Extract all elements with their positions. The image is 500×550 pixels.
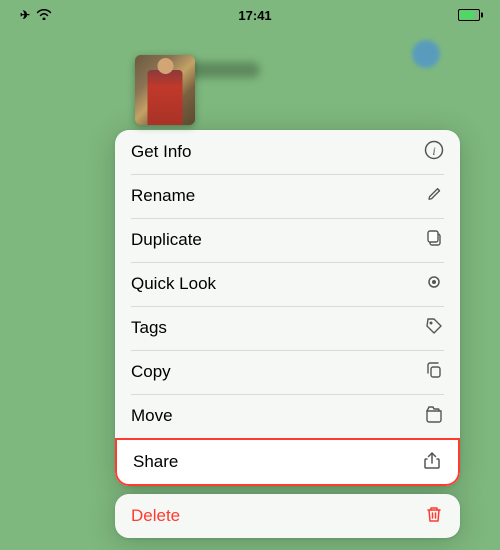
duplicate-icon — [424, 228, 444, 253]
photo-thumbnail — [135, 55, 195, 125]
menu-item-copy[interactable]: Copy — [115, 350, 460, 394]
airplane-icon: ✈ — [20, 8, 30, 22]
move-label: Move — [131, 406, 173, 426]
get-info-icon: i — [424, 140, 444, 165]
delete-label: Delete — [131, 506, 180, 526]
photo-inner — [135, 55, 195, 125]
menu-item-delete[interactable]: Delete — [115, 494, 460, 538]
share-icon — [422, 450, 442, 475]
battery-icon — [458, 9, 480, 21]
wifi-icon — [36, 8, 52, 23]
menu-item-tags[interactable]: Tags — [115, 306, 460, 350]
move-icon — [424, 404, 444, 429]
menu-item-share[interactable]: Share — [117, 440, 458, 484]
quick-look-icon — [424, 272, 444, 297]
menu-item-get-info[interactable]: Get Info i — [115, 130, 460, 174]
get-info-label: Get Info — [131, 142, 191, 162]
rename-icon — [426, 185, 444, 208]
tags-label: Tags — [131, 318, 167, 338]
tags-icon — [424, 316, 444, 341]
svg-text:i: i — [432, 144, 435, 158]
copy-icon — [424, 360, 444, 385]
duplicate-label: Duplicate — [131, 230, 202, 250]
menu-item-rename[interactable]: Rename — [115, 174, 460, 218]
status-time: 17:41 — [238, 8, 271, 23]
share-label: Share — [133, 452, 178, 472]
menu-item-quick-look[interactable]: Quick Look — [115, 262, 460, 306]
copy-label: Copy — [131, 362, 171, 382]
rename-label: Rename — [131, 186, 195, 206]
status-right-icons — [458, 9, 480, 21]
status-left-icons: ✈ — [20, 8, 52, 23]
menu-item-duplicate[interactable]: Duplicate — [115, 218, 460, 262]
delete-icon — [424, 504, 444, 529]
photo-person-figure — [148, 70, 183, 125]
context-menu-wrapper: Get Info i Rename Duplicate — [115, 55, 460, 538]
share-highlighted-wrapper: Share — [115, 438, 460, 486]
quick-look-label: Quick Look — [131, 274, 216, 294]
menu-item-move[interactable]: Move — [115, 394, 460, 438]
delete-menu-section: Delete — [115, 494, 460, 538]
context-menu: Get Info i Rename Duplicate — [115, 130, 460, 486]
status-bar: ✈ 17:41 — [0, 0, 500, 30]
